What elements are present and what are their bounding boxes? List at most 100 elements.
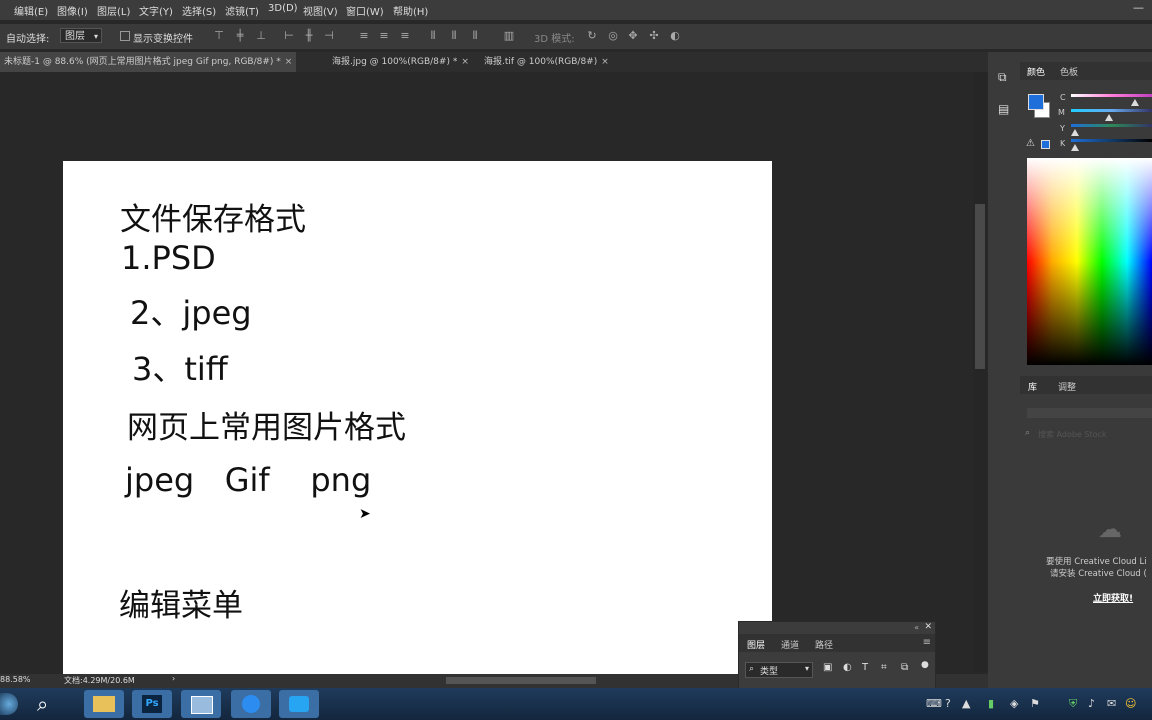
screenshot-app-icon[interactable] — [181, 690, 221, 718]
black-slider[interactable] — [1071, 139, 1152, 142]
distribute-left-icon[interactable]: ⫴ — [426, 29, 440, 43]
yellow-slider-thumb[interactable] — [1071, 129, 1079, 136]
magenta-slider-thumb[interactable] — [1104, 114, 1113, 121]
tab-label: 未标题-1 @ 88.6% (网页上常用图片格式 jpeg Gif png, R… — [4, 57, 281, 67]
scrollbar-thumb[interactable] — [975, 204, 985, 369]
search-icon: ⌕ — [1025, 428, 1031, 438]
align-top-icon[interactable]: ⊤ — [212, 29, 226, 43]
network-icon[interactable]: ◈ — [1010, 697, 1018, 710]
yellow-slider[interactable] — [1071, 124, 1152, 127]
auto-select-dropdown[interactable]: 图层 ▾ — [60, 28, 102, 43]
menu-image[interactable]: 图像(I) — [57, 3, 88, 18]
auto-align-icon[interactable]: ▥ — [502, 29, 516, 43]
drag-3d-icon[interactable]: ✥ — [626, 29, 640, 43]
align-left-icon[interactable]: ⊢ — [282, 29, 296, 43]
show-transform-label: 显示变换控件 — [133, 34, 193, 45]
chevron-down-icon: ▾ — [93, 32, 98, 41]
tab-untitled-1[interactable]: 未标题-1 @ 88.6% (网页上常用图片格式 jpeg Gif png, R… — [0, 52, 297, 72]
channel-y-label: Y — [1060, 124, 1065, 133]
foreground-color-swatch[interactable] — [1028, 94, 1044, 110]
tab-layers[interactable]: 图层 — [747, 638, 765, 651]
history-icon[interactable]: ⧉ — [998, 70, 1007, 85]
align-hcenter-icon[interactable]: ╫ — [302, 29, 316, 43]
tray-expand-icon[interactable]: ▲ — [962, 697, 970, 710]
tab-paths[interactable]: 路径 — [815, 638, 833, 651]
properties-icon[interactable]: ▤ — [998, 102, 1009, 116]
menu-3d[interactable]: 3D(D) — [268, 3, 298, 14]
zoom-level[interactable]: 88.58% — [0, 675, 31, 684]
tab-poster-tif[interactable]: 海报.tif @ 100%(RGB/8#) × — [484, 52, 609, 72]
tab-adjustments[interactable]: 调整 — [1058, 380, 1076, 393]
library-search-input[interactable]: 搜索 Adobe Stock — [1038, 429, 1107, 440]
close-icon[interactable]: × — [461, 57, 469, 67]
ime-icon[interactable]: ☺ — [1125, 697, 1136, 710]
menu-window[interactable]: 窗口(W) — [346, 3, 384, 18]
menu-select[interactable]: 选择(S) — [182, 3, 216, 18]
gamut-swatch[interactable] — [1041, 140, 1050, 149]
black-slider-thumb[interactable] — [1071, 144, 1079, 151]
color-spectrum[interactable] — [1027, 158, 1152, 365]
start-button[interactable] — [0, 693, 18, 715]
panel-icon-strip: ⧉ ▤ — [988, 52, 1020, 688]
minimize-button[interactable]: — — [1133, 1, 1144, 14]
pixel-filter-icon[interactable]: ▣ — [823, 662, 832, 673]
document-canvas[interactable]: 文件保存格式 1.PSD 2、jpeg 3、tiff 网页上常用图片格式 jpe… — [63, 161, 772, 681]
search-icon[interactable]: ⌕ — [37, 692, 48, 716]
panel-menu-icon[interactable]: ≡ — [923, 637, 931, 648]
cyan-slider[interactable] — [1071, 94, 1152, 97]
horizontal-scrollbar-thumb[interactable] — [446, 677, 596, 684]
distribute-right-icon[interactable]: ⫴ — [468, 29, 482, 43]
battery-icon[interactable]: ▮ — [988, 697, 994, 710]
message-icon[interactable]: ✉ — [1107, 697, 1116, 710]
shape-filter-icon[interactable]: ⌗ — [881, 662, 887, 673]
get-it-now-link[interactable]: 立即获取! — [1093, 591, 1133, 604]
vertical-scrollbar[interactable] — [973, 72, 987, 672]
slide-3d-icon[interactable]: ✣ — [647, 29, 661, 43]
close-icon[interactable]: × — [285, 57, 293, 67]
tab-color[interactable]: 颜色 — [1027, 65, 1045, 78]
align-bottom-icon[interactable]: ⊥ — [254, 29, 268, 43]
menu-edit[interactable]: 编辑(E) — [14, 3, 48, 18]
menu-filter[interactable]: 滤镜(T) — [225, 3, 259, 18]
messenger-icon[interactable] — [231, 690, 271, 718]
adjustment-filter-icon[interactable]: ◐ — [843, 662, 852, 673]
tab-libraries[interactable]: 库 — [1028, 380, 1037, 393]
tab-poster-jpg[interactable]: 海报.jpg @ 100%(RGB/8#) * × — [332, 52, 469, 72]
cyan-slider-thumb[interactable] — [1130, 99, 1139, 106]
menu-help[interactable]: 帮助(H) — [393, 3, 428, 18]
volume-icon[interactable]: ♪ — [1088, 697, 1095, 710]
layer-filter-dropdown[interactable]: ⌕ 类型 ▾ — [745, 662, 813, 678]
filter-type-label: 类型 — [760, 667, 779, 677]
collapse-icon[interactable]: « — [914, 623, 919, 632]
status-menu-arrow[interactable]: › — [172, 674, 175, 683]
menu-view[interactable]: 视图(V) — [303, 3, 338, 18]
rotate-3d-icon[interactable]: ↻ — [585, 29, 599, 43]
distribute-top-icon[interactable]: ≡ — [357, 29, 371, 43]
tab-channels[interactable]: 通道 — [781, 638, 799, 651]
help-icon[interactable]: ? — [945, 697, 951, 710]
distribute-hcenter-icon[interactable]: ⫴ — [447, 29, 461, 43]
show-transform-checkbox[interactable] — [120, 31, 130, 41]
filter-toggle-icon[interactable]: ● — [921, 660, 929, 670]
scale-3d-icon[interactable]: ◐ — [668, 29, 682, 43]
align-right-icon[interactable]: ⊣ — [322, 29, 336, 43]
type-filter-icon[interactable]: T — [862, 662, 868, 673]
action-center-icon[interactable]: ⚑ — [1030, 697, 1040, 710]
security-icon[interactable]: ⛨ — [1069, 697, 1077, 711]
library-dropdown[interactable] — [1027, 408, 1152, 418]
close-icon[interactable]: × — [601, 57, 609, 67]
menu-type[interactable]: 文字(Y) — [139, 3, 173, 18]
tab-swatches[interactable]: 色板 — [1060, 65, 1078, 78]
close-icon[interactable]: ✕ — [924, 622, 932, 632]
distribute-vcenter-icon[interactable]: ≡ — [377, 29, 391, 43]
keyboard-icon[interactable]: ⌨ — [926, 697, 942, 710]
menu-layer[interactable]: 图层(L) — [97, 3, 130, 18]
photoshop-icon[interactable]: Ps — [132, 690, 172, 718]
file-explorer-icon[interactable] — [84, 690, 124, 718]
smart-object-filter-icon[interactable]: ⧉ — [901, 662, 908, 673]
roll-3d-icon[interactable]: ◎ — [606, 29, 620, 43]
recorder-app-icon[interactable] — [279, 690, 319, 718]
distribute-bottom-icon[interactable]: ≡ — [398, 29, 412, 43]
align-vcenter-icon[interactable]: ╪ — [233, 29, 247, 43]
magenta-slider[interactable] — [1071, 109, 1152, 112]
